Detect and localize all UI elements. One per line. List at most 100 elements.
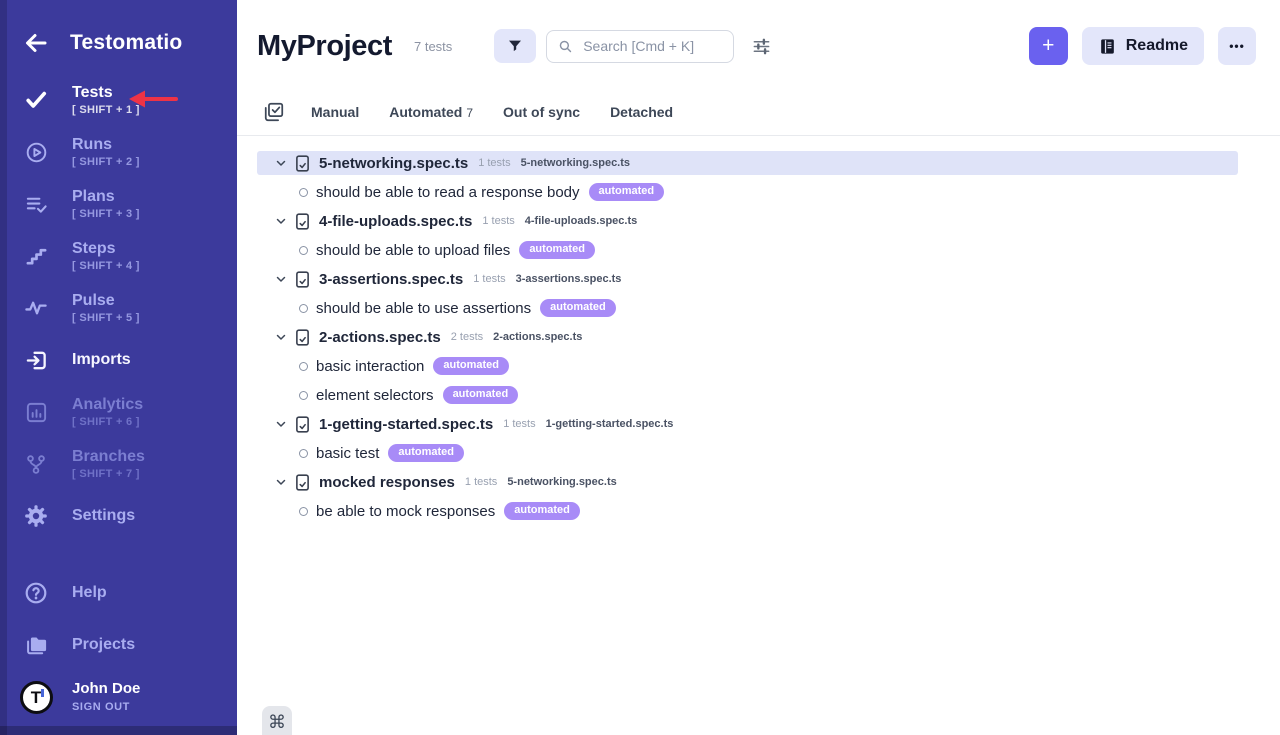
test-status-icon <box>299 449 308 458</box>
sidebar-nav: Tests [ SHIFT + 1 ] Runs [ SHIFT + 2 ] P… <box>0 74 237 542</box>
group-name[interactable]: 1-getting-started.spec.ts <box>319 416 493 433</box>
sidebar-header: Testomatio <box>0 0 237 62</box>
sidebar-item-shortcut: [ SHIFT + 6 ] <box>72 416 143 428</box>
group-name[interactable]: 2-actions.spec.ts <box>319 329 441 346</box>
chevron-down-icon[interactable] <box>275 418 287 430</box>
sliders-icon <box>752 37 771 56</box>
test-group-row[interactable]: 1-getting-started.spec.ts 1 tests 1-gett… <box>257 412 1238 436</box>
test-row[interactable]: should be able to upload files automated <box>257 238 1238 262</box>
sidebar-item-analytics[interactable]: Analytics [ SHIFT + 6 ] <box>0 386 237 438</box>
test-title[interactable]: should be able to upload files <box>316 242 510 259</box>
test-status-icon <box>299 246 308 255</box>
group-file-name: 4-file-uploads.spec.ts <box>525 215 637 227</box>
test-title[interactable]: basic test <box>316 445 379 462</box>
select-all-button[interactable] <box>263 101 285 123</box>
list-check-icon <box>0 193 72 216</box>
sidebar-item-label: Settings <box>72 507 135 525</box>
filter-button[interactable] <box>494 29 536 63</box>
sidebar: Testomatio Tests [ SHIFT + 1 ] Runs [ SH… <box>0 0 237 735</box>
test-row[interactable]: be able to mock responses automated <box>257 499 1238 523</box>
tab-out-of-sync[interactable]: Out of sync <box>503 104 580 120</box>
test-group-row[interactable]: 4-file-uploads.spec.ts 1 tests 4-file-up… <box>257 209 1238 233</box>
sidebar-item-label: Pulse <box>72 292 140 310</box>
test-row[interactable]: element selectors automated <box>257 383 1238 407</box>
sign-out-link[interactable]: SIGN OUT <box>72 701 140 713</box>
tab-automated[interactable]: Automated7 <box>389 104 473 120</box>
group-test-count: 1 tests <box>465 476 497 488</box>
tests-count: 7 tests <box>414 39 452 54</box>
add-button[interactable]: + <box>1029 27 1068 65</box>
sidebar-item-label: Branches <box>72 448 145 466</box>
pulse-icon <box>0 297 72 320</box>
sidebar-item-tests[interactable]: Tests [ SHIFT + 1 ] <box>0 74 237 126</box>
group-file-name: 5-networking.spec.ts <box>507 476 616 488</box>
sidebar-item-shortcut: [ SHIFT + 2 ] <box>72 156 140 168</box>
chevron-down-icon[interactable] <box>275 331 287 343</box>
test-title[interactable]: basic interaction <box>316 358 424 375</box>
sidebar-item-shortcut: [ SHIFT + 7 ] <box>72 468 145 480</box>
automated-badge: automated <box>388 444 464 462</box>
tab-detached[interactable]: Detached <box>610 104 673 120</box>
command-key-button[interactable]: ⌘ <box>262 706 292 735</box>
group-name[interactable]: 4-file-uploads.spec.ts <box>319 213 472 230</box>
sidebar-item-projects[interactable]: Projects <box>0 619 237 671</box>
test-title[interactable]: should be able to read a response body <box>316 184 580 201</box>
brand-title: Testomatio <box>70 31 182 55</box>
page-title: MyProject <box>257 30 392 63</box>
import-icon <box>0 349 72 372</box>
test-status-icon <box>299 304 308 313</box>
test-status-icon <box>299 391 308 400</box>
sidebar-item-imports[interactable]: Imports <box>0 334 237 386</box>
sidebar-item-plans[interactable]: Plans [ SHIFT + 3 ] <box>0 178 237 230</box>
search-input[interactable] <box>581 37 721 55</box>
automated-badge: automated <box>433 357 509 375</box>
sidebar-item-steps[interactable]: Steps [ SHIFT + 4 ] <box>0 230 237 282</box>
group-file-name: 5-networking.spec.ts <box>521 157 630 169</box>
automated-badge: automated <box>504 502 580 520</box>
user-name: John Doe <box>72 681 140 698</box>
readme-button[interactable]: Readme <box>1082 27 1204 65</box>
chevron-down-icon[interactable] <box>275 476 287 488</box>
tab-manual[interactable]: Manual <box>311 104 359 120</box>
sidebar-item-user[interactable]: T John Doe SIGN OUT <box>0 671 237 723</box>
tab-count: 7 <box>466 106 473 120</box>
sidebar-item-settings[interactable]: Settings <box>0 490 237 542</box>
sidebar-item-pulse[interactable]: Pulse [ SHIFT + 5 ] <box>0 282 237 334</box>
sidebar-item-label: Imports <box>72 351 131 369</box>
group-name[interactable]: 5-networking.spec.ts <box>319 155 468 172</box>
test-status-icon <box>299 362 308 371</box>
test-row[interactable]: should be able to read a response body a… <box>257 180 1238 204</box>
group-test-count: 1 tests <box>503 418 535 430</box>
test-title[interactable]: be able to mock responses <box>316 503 495 520</box>
test-title[interactable]: should be able to use assertions <box>316 300 531 317</box>
spec-file-icon <box>295 416 310 433</box>
group-name[interactable]: 3-assertions.spec.ts <box>319 271 463 288</box>
group-file-name: 3-assertions.spec.ts <box>516 273 622 285</box>
help-icon <box>0 581 72 605</box>
search-box[interactable] <box>546 30 734 63</box>
sidebar-item-help[interactable]: Help <box>0 567 237 619</box>
test-group-row[interactable]: mocked responses 1 tests 5-networking.sp… <box>257 470 1238 494</box>
chevron-down-icon[interactable] <box>275 215 287 227</box>
automated-badge: automated <box>519 241 595 259</box>
back-arrow-icon[interactable] <box>22 28 52 58</box>
test-row[interactable]: basic test automated <box>257 441 1238 465</box>
chevron-down-icon[interactable] <box>275 273 287 285</box>
chevron-down-icon[interactable] <box>275 157 287 169</box>
sidebar-item-label: Tests <box>72 84 140 102</box>
sidebar-item-runs[interactable]: Runs [ SHIFT + 2 ] <box>0 126 237 178</box>
test-group-row[interactable]: 2-actions.spec.ts 2 tests 2-actions.spec… <box>257 325 1238 349</box>
spec-file-icon <box>295 213 310 230</box>
test-row[interactable]: basic interaction automated <box>257 354 1238 378</box>
sidebar-item-branches[interactable]: Branches [ SHIFT + 7 ] <box>0 438 237 490</box>
group-name[interactable]: mocked responses <box>319 474 455 491</box>
adjustments-button[interactable] <box>748 33 775 60</box>
more-button[interactable]: ••• <box>1218 27 1256 65</box>
sidebar-item-shortcut: [ SHIFT + 5 ] <box>72 312 140 324</box>
test-group-row[interactable]: 5-networking.spec.ts 1 tests 5-networkin… <box>257 151 1238 175</box>
test-group-row[interactable]: 3-assertions.spec.ts 1 tests 3-assertion… <box>257 267 1238 291</box>
book-icon <box>1098 37 1117 56</box>
test-row[interactable]: should be able to use assertions automat… <box>257 296 1238 320</box>
sidebar-item-label: Plans <box>72 188 140 206</box>
test-title[interactable]: element selectors <box>316 387 434 404</box>
